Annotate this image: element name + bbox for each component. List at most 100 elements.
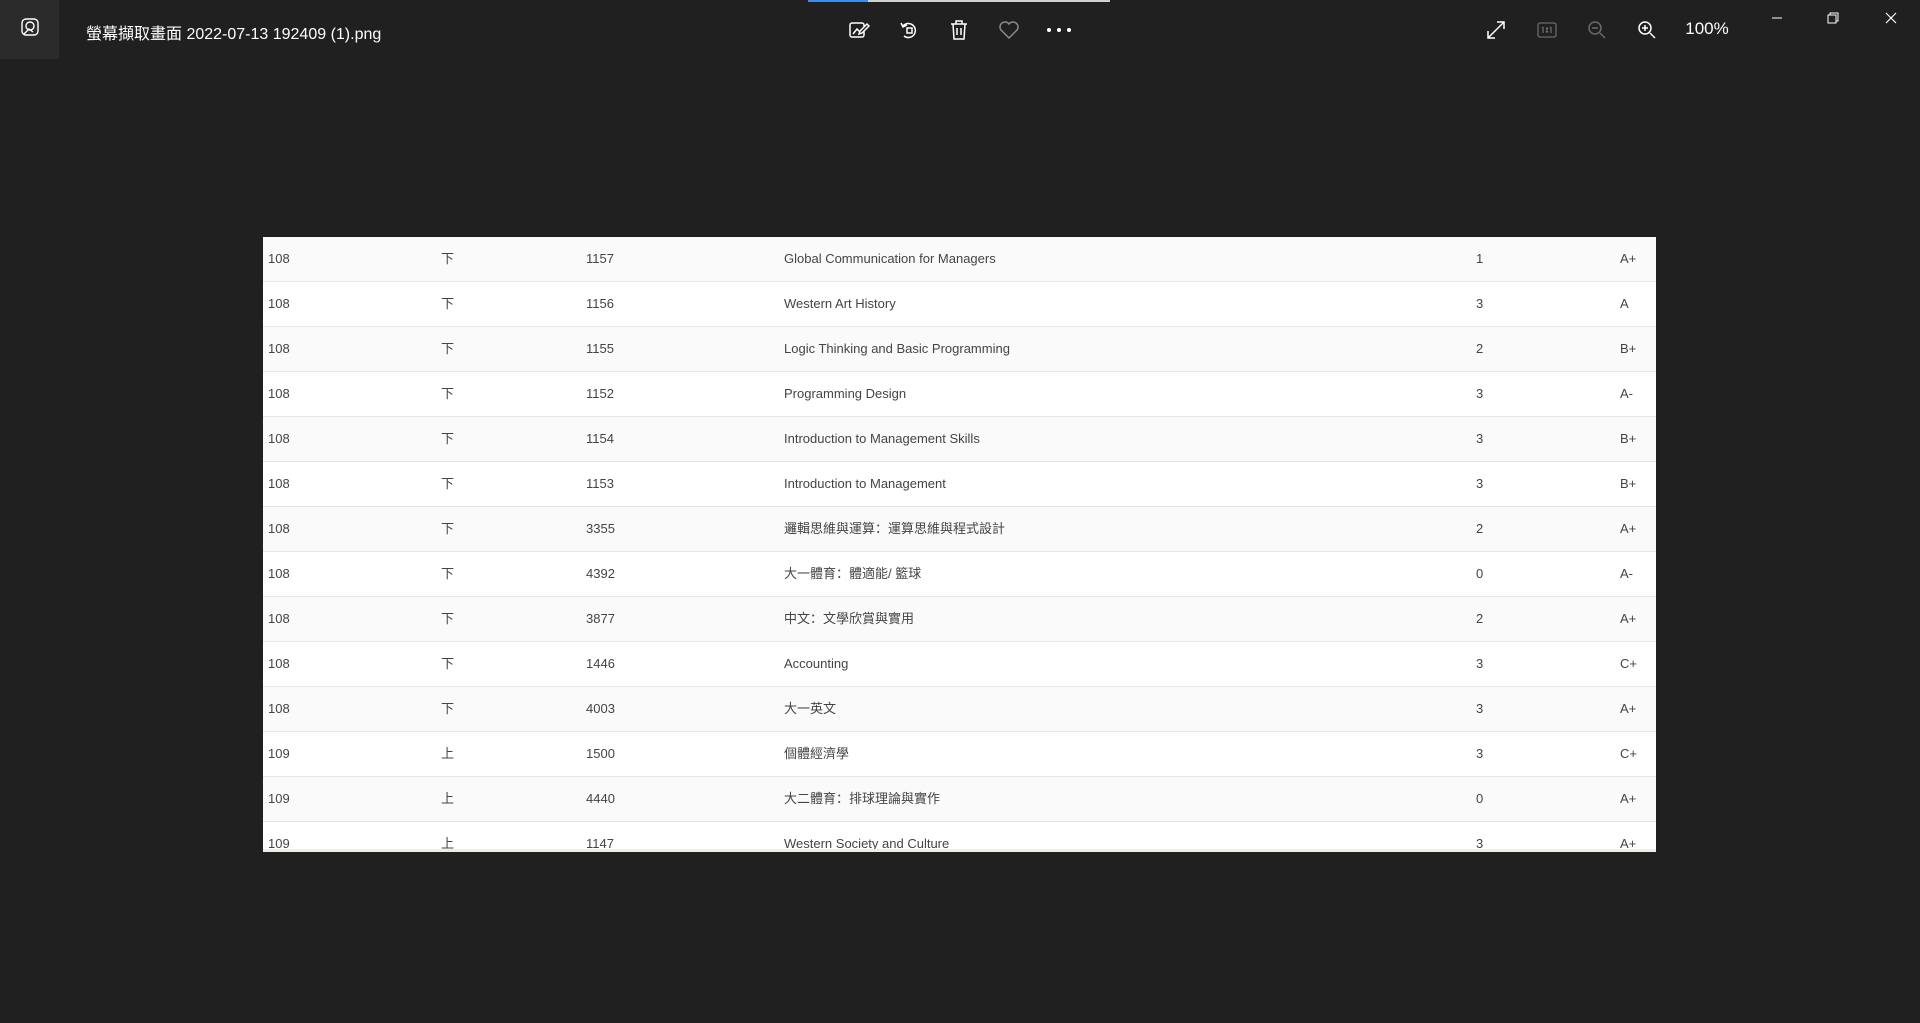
course-code-cell: 1154 (586, 431, 614, 446)
credit-cell: 0 (1476, 791, 1484, 806)
term-cell: 下 (441, 386, 455, 401)
course-name-cell: Accounting (784, 656, 849, 671)
loading-progress-track (868, 0, 1110, 2)
term-cell: 下 (441, 251, 455, 266)
grade-cell: A (1620, 296, 1629, 311)
table-row: 108 下 1156 Western Art History 3 A (263, 282, 1656, 327)
grade-cell: A+ (1620, 836, 1637, 851)
close-button[interactable] (1863, 0, 1919, 40)
grade-cell: A+ (1620, 611, 1637, 626)
course-name-cell: Western Society and Culture (784, 836, 950, 851)
course-code-cell: 1156 (586, 296, 614, 311)
course-name-cell: Programming Design (784, 386, 907, 401)
zoom-in-button[interactable] (1627, 10, 1667, 50)
course-code-cell: 3877 (586, 611, 615, 626)
window-title: 螢幕擷取畫面 2022-07-13 192409 (1).png (86, 26, 382, 43)
term-cell: 下 (441, 521, 455, 536)
course-name-cell: Logic Thinking and Basic Programming (784, 341, 1010, 356)
grade-cell: B+ (1620, 476, 1637, 491)
year-cell: 109 (268, 836, 290, 851)
grade-cell: C+ (1620, 746, 1637, 761)
course-code-cell: 1147 (586, 836, 614, 851)
table-row: 108 下 4392 大一體育：體適能/ 籃球 0 A- (263, 552, 1656, 597)
course-name-cell: 大一體育：體適能/ 籃球 (784, 566, 922, 581)
edit-image-icon (848, 19, 870, 41)
photos-app-icon (20, 17, 40, 42)
more-options-button[interactable] (1039, 10, 1079, 50)
table-row: 108 下 1152 Programming Design 3 A- (263, 372, 1656, 417)
term-cell: 上 (441, 746, 455, 761)
credit-cell: 3 (1476, 386, 1484, 401)
grade-cell: A- (1620, 566, 1633, 581)
zoom-out-button[interactable] (1577, 10, 1617, 50)
year-cell: 108 (268, 386, 290, 401)
course-name-cell: 邏輯思維與運算：運算思維與程式設計 (784, 521, 1006, 536)
restore-button[interactable] (1805, 0, 1861, 40)
course-name-cell: Introduction to Management (784, 476, 946, 491)
table-row: 108 下 4003 大一英文 3 A+ (263, 687, 1656, 732)
grade-cell: A- (1620, 386, 1633, 401)
credit-cell: 1 (1476, 251, 1484, 266)
term-cell: 下 (441, 701, 455, 716)
title-bar: 螢幕擷取畫面 2022-07-13 192409 (1).png 100% (0, 0, 1920, 59)
course-name-cell: 大二體育：排球理論與實作 (784, 791, 941, 806)
term-cell: 下 (441, 476, 455, 491)
grade-cell: C+ (1620, 656, 1637, 671)
more-icon (1046, 27, 1072, 33)
zoom-out-icon (1587, 20, 1607, 40)
course-name-cell: 中文：文學欣賞與實用 (784, 611, 915, 626)
year-cell: 109 (268, 746, 290, 761)
full-screen-button[interactable] (1476, 10, 1516, 50)
actual-size-button[interactable] (1527, 10, 1567, 50)
course-code-cell: 1153 (586, 476, 614, 491)
table-row: 108 下 1153 Introduction to Management 3 B+ (263, 462, 1656, 507)
favorite-button[interactable] (989, 10, 1029, 50)
expand-icon (1486, 20, 1506, 40)
minimize-button[interactable] (1749, 0, 1805, 40)
app-menu-button[interactable] (0, 0, 59, 59)
term-cell: 下 (441, 341, 455, 356)
grade-cell: B+ (1620, 431, 1637, 446)
actual-size-icon (1537, 22, 1557, 38)
credit-cell: 3 (1476, 656, 1484, 671)
year-cell: 108 (268, 701, 290, 716)
grade-cell: A+ (1620, 701, 1637, 716)
restore-icon (1827, 11, 1839, 29)
year-cell: 108 (268, 611, 290, 626)
credit-cell: 3 (1476, 296, 1484, 311)
rotate-button[interactable] (889, 10, 929, 50)
course-name-cell: Western Art History (784, 296, 896, 311)
course-name-cell: Introduction to Management Skills (784, 431, 980, 446)
course-name-cell: 個體經濟學 (784, 746, 850, 761)
table-row: 109 上 4440 大二體育：排球理論與實作 0 A+ (263, 777, 1656, 822)
image-bottom-edge (263, 849, 1656, 852)
year-cell: 109 (268, 791, 290, 806)
credit-cell: 2 (1476, 341, 1484, 356)
course-code-cell: 4440 (586, 791, 615, 806)
course-code-cell: 1500 (586, 746, 615, 761)
grade-table: 108 下 1157 Global Communication for Manager… (263, 237, 1656, 852)
grade-cell: A+ (1620, 521, 1637, 536)
table-row: 108 下 1446 Accounting 3 C+ (263, 642, 1656, 687)
minimize-icon (1771, 11, 1783, 29)
zoom-in-icon (1637, 20, 1657, 40)
course-code-cell: 1446 (586, 656, 615, 671)
term-cell: 上 (441, 836, 455, 851)
term-cell: 上 (441, 791, 455, 806)
year-cell: 108 (268, 431, 290, 446)
zoom-level[interactable]: 100% (1676, 19, 1738, 39)
course-name-cell: Global Communication for Managers (784, 251, 996, 266)
credit-cell: 2 (1476, 611, 1484, 626)
grade-cell: B+ (1620, 341, 1637, 356)
credit-cell: 3 (1476, 476, 1484, 491)
credit-cell: 3 (1476, 746, 1484, 761)
table-row: 108 下 3355 邏輯思維與運算：運算思維與程式設計 2 A+ (263, 507, 1656, 552)
edit-image-button[interactable] (839, 10, 879, 50)
delete-button[interactable] (939, 10, 979, 50)
credit-cell: 0 (1476, 566, 1484, 581)
year-cell: 108 (268, 656, 290, 671)
rotate-icon (898, 19, 920, 41)
displayed-image[interactable]: 108 下 1157 Global Communication for Manager… (263, 237, 1656, 852)
table-row: 108 下 1154 Introduction to Management Skill… (263, 417, 1656, 462)
term-cell: 下 (441, 431, 455, 446)
